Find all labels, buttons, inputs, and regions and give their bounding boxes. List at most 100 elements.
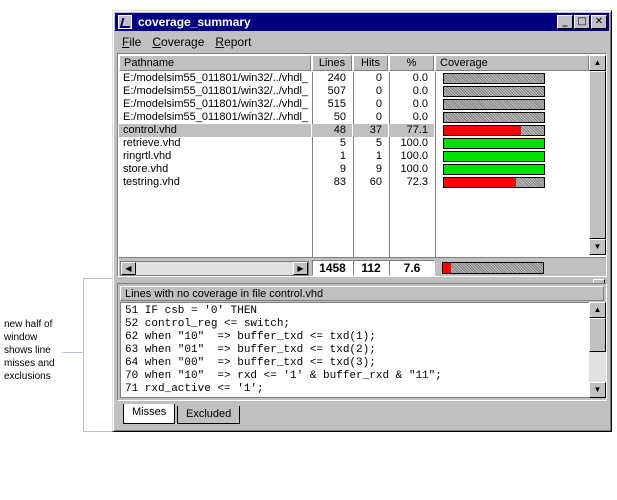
coverage-bar-fill <box>444 139 544 148</box>
source-line[interactable]: 51 IF csb = '0' THEN <box>125 305 589 318</box>
scroll-up-button[interactable]: ▲ <box>589 55 606 71</box>
callout-line-2: window <box>4 332 38 343</box>
row-hits: 0 <box>375 98 382 110</box>
tab-misses[interactable]: Misses <box>123 404 176 424</box>
coverage-bar <box>443 138 545 149</box>
row-pathname: testring.vhd <box>123 176 180 188</box>
row-percent: 0.0 <box>412 72 428 84</box>
scroll-right-button[interactable]: ▶ <box>293 262 308 275</box>
callout-bracket-side <box>83 278 84 432</box>
header-lines[interactable]: Lines <box>312 55 352 71</box>
header-percent[interactable]: % <box>389 55 434 71</box>
row-lines: 5 <box>339 137 346 149</box>
menu-coverage[interactable]: Coverage <box>152 35 204 49</box>
callout-bracket-bottom <box>83 431 113 432</box>
no-coverage-pane: Lines with no coverage in file control.v… <box>117 283 607 401</box>
scroll-down-button[interactable]: ▼ <box>589 239 606 255</box>
source-line[interactable]: 63 when "01" => buffer_txd <= txd(2); <box>125 344 589 357</box>
source-line[interactable]: 64 when "00" => buffer_txd <= txd(3); <box>125 357 589 370</box>
total-lines: 1458 <box>312 260 353 276</box>
coverage-bar-fill <box>444 178 517 187</box>
minimize-button[interactable]: _ <box>557 15 573 29</box>
row-lines: 9 <box>339 163 346 175</box>
row-hits: 5 <box>375 137 382 149</box>
table-vertical-scrollbar[interactable]: ▲ ▼ <box>589 55 606 255</box>
scroll-left-button[interactable]: ◀ <box>121 262 136 275</box>
callout-line-4: misses and <box>4 358 55 369</box>
app-icon[interactable] <box>118 15 132 29</box>
total-coverage-fill <box>443 263 451 273</box>
header-coverage[interactable]: Coverage <box>435 55 589 71</box>
callout-note: new half of window shows line misses and… <box>4 318 70 383</box>
coverage-bar <box>443 125 545 136</box>
table-row[interactable]: E:/modelsim55_011801/win32/../vhdl_ 507 0 0… <box>119 85 589 98</box>
no-coverage-header: Lines with no coverage in file control.v… <box>120 286 604 301</box>
header-hits[interactable]: Hits <box>353 55 388 71</box>
row-pathname: control.vhd <box>119 124 311 137</box>
source-line[interactable]: 62 when "10" => buffer_txd <= txd(1); <box>125 331 589 344</box>
row-lines: 1 <box>339 150 346 162</box>
menu-file[interactable]: File <box>122 35 141 49</box>
tab-excluded[interactable]: Excluded <box>177 406 241 424</box>
row-hits: 0 <box>375 72 382 84</box>
source-line[interactable]: 71 rxd_active <= '1'; <box>125 383 589 396</box>
table-row[interactable]: E:/modelsim55_011801/win32/../vhdl_ 515 0 0… <box>119 98 589 111</box>
callout-pointer <box>62 352 83 353</box>
row-lines: 50 <box>333 111 346 123</box>
header-pathname[interactable]: Pathname <box>119 55 311 71</box>
scroll-down-button[interactable]: ▼ <box>589 382 606 398</box>
row-hits: 9 <box>375 163 382 175</box>
scroll-up-button[interactable]: ▲ <box>589 302 606 318</box>
total-percent: 7.6 <box>389 260 435 276</box>
scroll-thumb[interactable] <box>589 318 606 352</box>
coverage-summary-window: coverage_summary _ □ ✕ File Coverage Rep… <box>112 10 612 432</box>
title-bar[interactable]: coverage_summary _ □ ✕ <box>115 13 609 31</box>
totals-row: ◀ ▶ 1458 112 7.6 <box>119 257 606 276</box>
row-pathname: ringrtl.vhd <box>123 150 172 162</box>
row-percent: 0.0 <box>412 85 428 97</box>
table-row[interactable]: control.vhd 48 37 77.1 <box>119 124 589 137</box>
table-row[interactable]: retrieve.vhd 5 5 100.0 <box>119 137 589 150</box>
maximize-button[interactable]: □ <box>574 15 590 29</box>
coverage-table: Pathname Lines Hits % Coverage E:/models… <box>117 53 607 277</box>
source-line[interactable]: 70 when "10" => rxd <= '1' & buffer_rxd … <box>125 370 589 383</box>
coverage-bar <box>443 112 545 123</box>
coverage-bar <box>443 164 545 175</box>
table-row[interactable]: E:/modelsim55_011801/win32/../vhdl_ 50 0 0.… <box>119 111 589 124</box>
row-pathname: store.vhd <box>123 163 169 175</box>
row-pathname: retrieve.vhd <box>123 137 181 149</box>
row-hits: 1 <box>375 150 382 162</box>
source-listing[interactable]: 51 IF csb = '0' THEN 52 control_reg <= s… <box>120 302 590 398</box>
pane-tabs: Misses Excluded <box>117 404 607 426</box>
window-title: coverage_summary <box>138 15 251 29</box>
row-lines: 240 <box>327 72 346 84</box>
table-row[interactable]: ringrtl.vhd 1 1 100.0 <box>119 150 589 163</box>
row-lines: 83 <box>333 176 346 188</box>
callout-line-3: shows line <box>4 345 51 356</box>
total-coverage-bar <box>442 262 544 274</box>
coverage-bar <box>443 99 545 110</box>
row-pathname: E:/modelsim55_011801/win32/../vhdl_ <box>123 98 309 110</box>
callout-line-1: new half of <box>4 319 53 330</box>
table-row[interactable]: testring.vhd 83 60 72.3 <box>119 176 589 189</box>
coverage-bar-fill <box>444 126 522 135</box>
row-hits: 0 <box>375 111 382 123</box>
row-percent: 100.0 <box>400 163 428 175</box>
horizontal-scrollbar[interactable]: ◀ ▶ <box>120 261 309 276</box>
table-row[interactable]: store.vhd 9 9 100.0 <box>119 163 589 176</box>
row-percent: 100.0 <box>400 137 428 149</box>
source-line[interactable]: 52 control_reg <= switch; <box>125 318 589 331</box>
row-percent: 0.0 <box>412 111 428 123</box>
menu-bar: File Coverage Report <box>115 33 609 51</box>
scroll-thumb[interactable] <box>589 71 606 239</box>
coverage-bar <box>443 177 545 188</box>
row-lines: 48 <box>312 124 352 137</box>
close-button[interactable]: ✕ <box>591 15 607 29</box>
menu-report[interactable]: Report <box>215 35 251 49</box>
source-vertical-scrollbar[interactable]: ▲ ▼ <box>589 302 606 398</box>
row-lines: 515 <box>327 98 346 110</box>
row-pathname: E:/modelsim55_011801/win32/../vhdl_ <box>123 85 309 97</box>
coverage-bar <box>443 86 545 97</box>
table-row[interactable]: E:/modelsim55_011801/win32/../vhdl_ 240 0 0… <box>119 72 589 85</box>
coverage-bar-fill <box>444 165 544 174</box>
